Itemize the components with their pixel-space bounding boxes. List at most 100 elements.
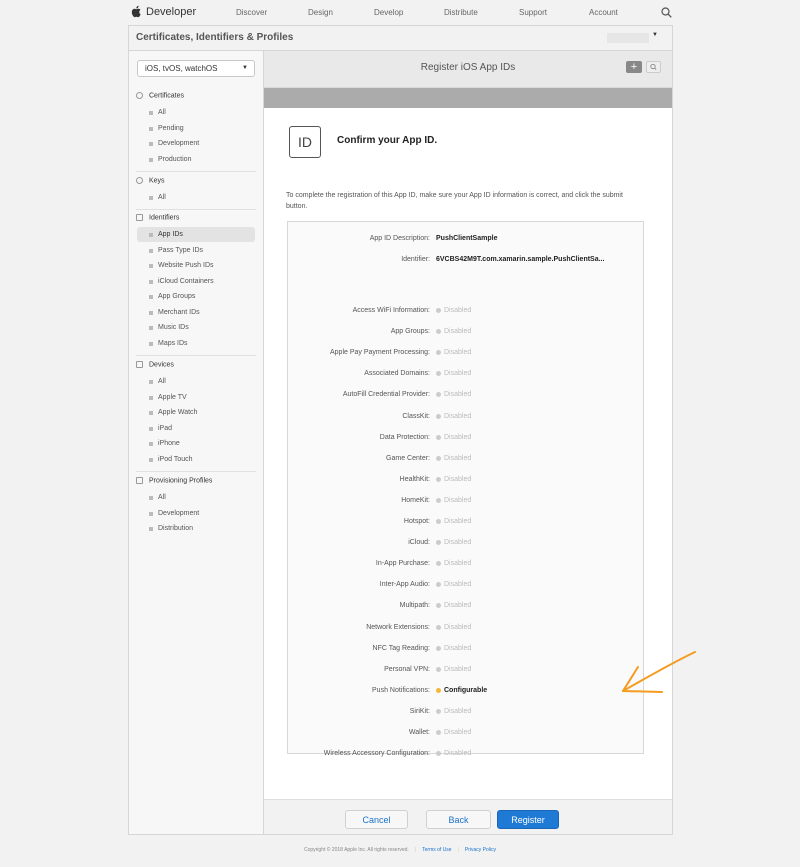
privacy-link[interactable]: Privacy Policy <box>465 847 496 853</box>
sidebar-section-devices: Devices <box>136 361 174 368</box>
chevron-down-icon: ▼ <box>242 65 248 71</box>
capability-row: Network Extensions: Disabled <box>288 624 645 636</box>
capability-status-text: Disabled <box>444 497 472 504</box>
sidebar-item-label: Development <box>158 140 200 147</box>
sidebar-item-ipod-touch[interactable]: iPod Touch <box>137 452 255 467</box>
capability-label: Network Extensions: <box>366 624 430 631</box>
bullet-icon <box>149 427 153 431</box>
bullet-icon <box>149 142 153 146</box>
nav-design[interactable]: Design <box>308 8 333 17</box>
capability-label: Game Center: <box>386 455 430 462</box>
nav-discover[interactable]: Discover <box>236 8 267 17</box>
status-dot-icon <box>436 307 441 313</box>
status-dot-icon <box>436 750 441 756</box>
user-menu[interactable] <box>607 33 649 43</box>
capability-status: Disabled <box>436 391 471 398</box>
sidebar-section-provisioning-profiles: Provisioning Profiles <box>136 477 212 484</box>
nav-support[interactable]: Support <box>519 8 547 17</box>
sidebar-item-merchant-ids[interactable]: Merchant IDs <box>137 305 255 320</box>
sidebar-item-label: App IDs <box>158 231 183 238</box>
sidebar-item-profiles-all[interactable]: All <box>137 490 255 505</box>
sidebar-item-label: Music IDs <box>158 324 189 331</box>
bullet-icon <box>149 158 153 162</box>
capability-label: Multipath: <box>399 602 430 609</box>
sidebar-item-devices-all[interactable]: All <box>137 374 255 389</box>
add-button[interactable]: + <box>626 61 642 73</box>
main-card: Certificates, Identifiers & Profiles ▼ i… <box>128 25 696 835</box>
sidebar-item-iphone[interactable]: iPhone <box>137 436 255 451</box>
sidebar-item-profiles-development[interactable]: Development <box>137 506 255 521</box>
sidebar-item-pass-type-ids[interactable]: Pass Type IDs <box>137 243 255 258</box>
sidebar-item-apple-watch[interactable]: Apple Watch <box>137 405 255 420</box>
sidebar-item-keys-all[interactable]: All <box>137 190 255 205</box>
sidebar-item-certificates-pending[interactable]: Pending <box>137 121 255 136</box>
sidebar-item-website-push-ids[interactable]: Website Push IDs <box>137 258 255 273</box>
content-search-button[interactable] <box>646 61 661 73</box>
sidebar-item-label: Production <box>158 156 192 163</box>
capability-status: Disabled <box>436 307 471 314</box>
capability-row: Push Notifications: Configurable <box>288 687 645 699</box>
platform-select-value: iOS, tvOS, watchOS <box>145 64 218 73</box>
content-title: Register iOS App IDs <box>420 62 516 73</box>
developer-brand[interactable]: Developer <box>146 6 196 18</box>
capability-status-text: Disabled <box>444 518 472 525</box>
capability-row: ClassKit: Disabled <box>288 413 645 425</box>
capability-status-text: Disabled <box>444 750 472 757</box>
sidebar-item-certificates-development[interactable]: Development <box>137 136 255 151</box>
sidebar-item-label: Pending <box>158 125 184 132</box>
bullet-icon <box>149 527 153 531</box>
capability-row: iCloud: Disabled <box>288 539 645 551</box>
capability-status-text: Disabled <box>444 391 472 398</box>
capability-label: In-App Purchase: <box>375 560 430 567</box>
divider <box>136 355 256 356</box>
terms-link[interactable]: Terms of Use <box>422 847 451 853</box>
sidebar-item-maps-ids[interactable]: Maps IDs <box>137 336 255 351</box>
footer-separator: | <box>414 847 417 853</box>
bullet-icon <box>149 233 153 237</box>
sidebar-item-app-ids[interactable]: App IDs <box>137 227 255 242</box>
sidebar-item-profiles-distribution[interactable]: Distribution <box>137 521 255 536</box>
sidebar-item-label: Development <box>158 510 200 517</box>
divider <box>136 209 256 210</box>
page-header: Certificates, Identifiers & Profiles ▼ <box>129 26 672 51</box>
annotation-arrow-icon <box>622 651 696 693</box>
capability-label: Access WiFi Information: <box>352 307 430 314</box>
nav-develop[interactable]: Develop <box>374 8 403 17</box>
platform-select[interactable]: iOS, tvOS, watchOS ▼ <box>137 60 255 77</box>
sidebar-section-title: Provisioning Profiles <box>149 477 213 485</box>
bullet-icon <box>149 411 153 415</box>
bullet-icon <box>149 512 153 516</box>
nav-account[interactable]: Account <box>589 8 618 17</box>
user-menu-caret-icon[interactable]: ▼ <box>652 32 658 38</box>
status-dot-icon <box>436 476 441 482</box>
capability-status: Disabled <box>436 455 471 462</box>
capability-status: Disabled <box>436 370 471 377</box>
capability-status: Disabled <box>436 602 471 609</box>
capability-status-text: Disabled <box>444 434 472 441</box>
status-dot-icon <box>436 581 441 587</box>
capability-row: Wireless Accessory Configuration: Disable… <box>288 750 645 762</box>
sidebar-item-certificates-production[interactable]: Production <box>137 152 255 167</box>
capability-status: Disabled <box>436 581 471 588</box>
divider <box>136 471 256 472</box>
sidebar-item-app-groups[interactable]: App Groups <box>137 289 255 304</box>
sidebar-item-music-ids[interactable]: Music IDs <box>137 320 255 335</box>
bullet-icon <box>149 396 153 400</box>
sidebar-item-apple-tv[interactable]: Apple TV <box>137 390 255 405</box>
status-dot-icon <box>436 434 441 440</box>
capability-status: Disabled <box>436 729 471 736</box>
capability-row: HomeKit: Disabled <box>288 497 645 509</box>
apple-logo-icon[interactable] <box>131 5 142 18</box>
sidebar-item-certificates-all[interactable]: All <box>137 105 255 120</box>
search-icon[interactable] <box>661 7 672 18</box>
nav-distribute[interactable]: Distribute <box>444 8 478 17</box>
back-button[interactable]: Back <box>426 810 491 829</box>
cancel-button[interactable]: Cancel <box>345 810 408 829</box>
capability-status-text: Disabled <box>444 666 472 673</box>
sidebar-item-ipad[interactable]: iPad <box>137 421 255 436</box>
register-button[interactable]: Register <box>497 810 559 829</box>
capability-status-text: Disabled <box>444 455 472 462</box>
status-dot-icon <box>436 518 441 524</box>
sidebar: iOS, tvOS, watchOS ▼ Certificates All Pe… <box>129 51 264 834</box>
sidebar-item-icloud-containers[interactable]: iCloud Containers <box>137 274 255 289</box>
